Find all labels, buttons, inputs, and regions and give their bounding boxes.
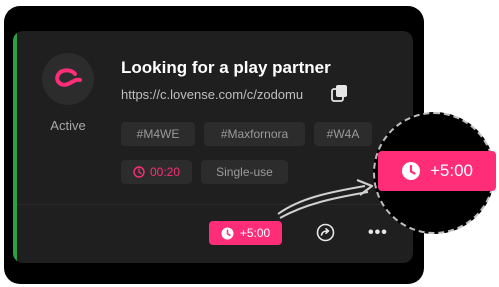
active-accent-bar	[13, 31, 17, 263]
timer-chip: 00:20	[121, 160, 192, 184]
link-card: Active Looking for a play partner https:…	[13, 31, 413, 263]
extend-time-button[interactable]: +5:00	[209, 221, 282, 245]
tag-chip: #M4WE	[121, 122, 195, 146]
tag-chip: #W4A	[314, 122, 372, 146]
timer-value: 00:20	[149, 165, 181, 179]
clock-icon	[221, 227, 234, 239]
extend-label: +5:00	[239, 226, 271, 240]
more-icon[interactable]: •••	[368, 225, 388, 241]
divider	[17, 204, 413, 205]
usage-chip: Single-use	[201, 160, 288, 184]
status-label: Active	[50, 118, 86, 133]
share-icon[interactable]	[316, 223, 335, 242]
lovense-logo-icon	[42, 53, 94, 105]
card-title: Looking for a play partner	[121, 58, 331, 77]
link-url: https://c.lovense.com/c/zodomu	[121, 87, 304, 102]
copy-icon[interactable]	[331, 84, 349, 102]
clock-icon	[133, 166, 145, 178]
zoomed-extend-label: +5:00	[429, 161, 473, 180]
zoomed-extend-button[interactable]: +5:00	[378, 151, 496, 191]
tag-chip: #Maxfornora	[204, 122, 305, 146]
clock-icon	[401, 162, 420, 180]
